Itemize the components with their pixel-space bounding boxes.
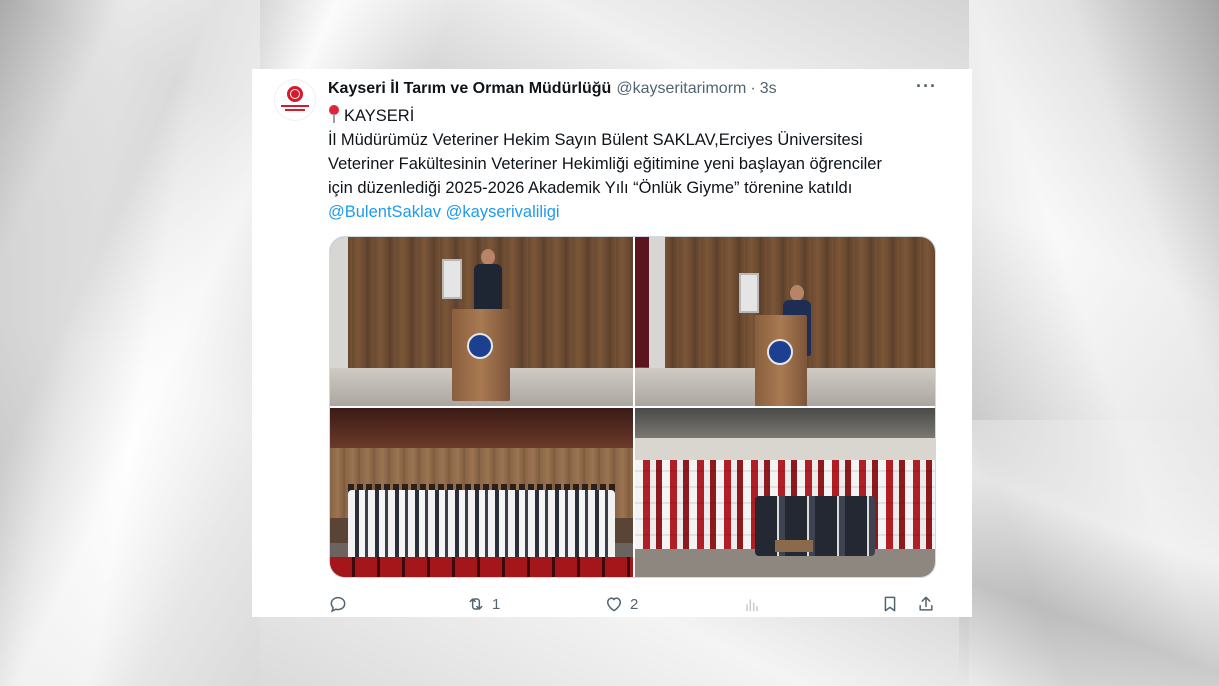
mention-link[interactable]: @kayserivaliligi bbox=[446, 203, 560, 221]
analytics-icon bbox=[746, 599, 758, 612]
text-line: için düzenlediği 2025-2026 Akademik Yılı… bbox=[328, 179, 853, 197]
retweet-count: 1 bbox=[492, 595, 501, 613]
retweet-button[interactable]: 1 bbox=[466, 590, 500, 618]
small-table bbox=[775, 540, 813, 552]
retweet-icon bbox=[469, 598, 483, 610]
person-head bbox=[790, 285, 804, 301]
photo-curtain bbox=[635, 237, 649, 367]
bookmark-button[interactable] bbox=[880, 590, 900, 618]
text-line: Veteriner Fakültesinin Veteriner Hekimli… bbox=[328, 155, 882, 173]
photo-group[interactable] bbox=[330, 408, 633, 577]
wall-plaque bbox=[442, 259, 462, 299]
background-fold-right bbox=[969, 0, 1219, 686]
like-button[interactable]: 2 bbox=[604, 590, 638, 618]
lectern bbox=[452, 309, 510, 401]
heart-icon bbox=[607, 597, 621, 612]
ministry-logo-icon bbox=[287, 85, 303, 102]
mention-link[interactable]: @BulentSaklav bbox=[328, 203, 441, 221]
logo-line bbox=[285, 108, 305, 111]
reply-button[interactable] bbox=[328, 590, 354, 618]
tweet-text: KAYSERİ İl Müdürümüz Veteriner Hekim Say… bbox=[328, 104, 948, 224]
person-head bbox=[481, 249, 495, 265]
group-crowd bbox=[348, 490, 615, 562]
lectern bbox=[755, 315, 807, 406]
reply-icon bbox=[330, 596, 346, 613]
photo-ceiling bbox=[635, 408, 935, 438]
like-count: 2 bbox=[630, 595, 639, 613]
photo-wall bbox=[649, 237, 665, 377]
photo-seats bbox=[330, 557, 633, 577]
author-handle[interactable]: @kayseritarimorm bbox=[616, 80, 746, 98]
round-pushpin-icon bbox=[328, 105, 340, 123]
photo-wall bbox=[330, 237, 348, 377]
media-grid bbox=[329, 236, 936, 578]
logo-line bbox=[281, 104, 309, 107]
location-line: KAYSERİ bbox=[328, 104, 948, 128]
photo-speaker-2[interactable] bbox=[635, 237, 935, 406]
photo-audience[interactable] bbox=[635, 408, 935, 577]
tweet-header: Kayseri İl Tarım ve Orman Müdürlüğü @kay… bbox=[328, 79, 777, 99]
text-line: İl Müdürümüz Veteriner Hekim Sayın Bülen… bbox=[328, 131, 863, 149]
front-row-guests bbox=[755, 496, 875, 556]
avatar[interactable] bbox=[274, 79, 316, 121]
photo-speaker-1[interactable] bbox=[330, 237, 633, 406]
wall-plaque bbox=[739, 273, 759, 313]
location-text: KAYSERİ bbox=[344, 107, 415, 125]
background-fold-left bbox=[0, 0, 260, 686]
mentions-line: @BulentSaklav @kayserivaliligi bbox=[328, 200, 948, 224]
tweet-actions: 1 2 bbox=[328, 590, 938, 618]
share-button[interactable] bbox=[916, 590, 936, 618]
separator-dot: · bbox=[750, 80, 756, 97]
views-button[interactable] bbox=[742, 590, 768, 618]
bookmark-icon bbox=[884, 596, 896, 612]
background-fold-bottom-right bbox=[959, 420, 1219, 686]
more-options-icon[interactable]: ··· bbox=[916, 77, 936, 99]
photo-ceiling bbox=[330, 408, 633, 448]
author-name[interactable]: Kayseri İl Tarım ve Orman Müdürlüğü bbox=[328, 80, 611, 98]
tweet-card[interactable]: Kayseri İl Tarım ve Orman Müdürlüğü @kay… bbox=[252, 69, 972, 617]
university-logo-icon bbox=[767, 339, 793, 365]
tweet-time[interactable]: 3s bbox=[760, 80, 777, 98]
university-logo-icon bbox=[467, 333, 493, 359]
share-icon bbox=[919, 596, 933, 611]
